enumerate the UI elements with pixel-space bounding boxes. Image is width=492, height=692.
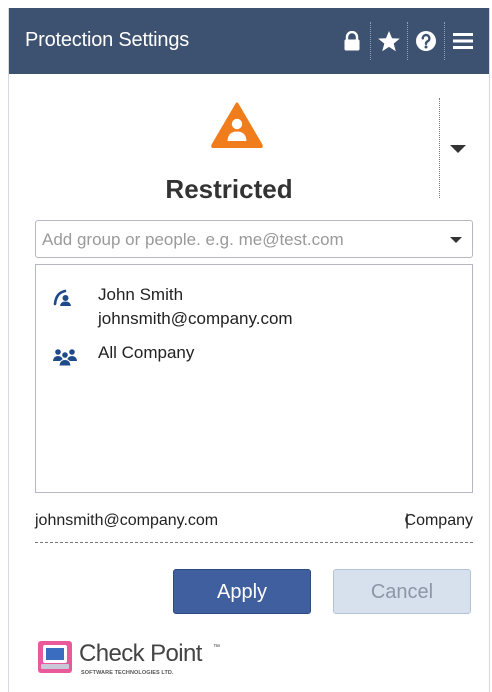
panel-header: Protection Settings [9, 8, 489, 74]
header-toolbar [334, 22, 481, 60]
recipient-name: John Smith [98, 285, 184, 304]
classification-level: Restricted [9, 94, 489, 204]
star-icon[interactable] [371, 22, 407, 60]
menu-icon[interactable] [445, 22, 481, 60]
warning-person-icon [211, 102, 263, 153]
classification-dropdown-caret[interactable] [450, 145, 466, 153]
add-people-input[interactable] [40, 227, 444, 253]
check-point-logo: Check Point ™ SOFTWARE TECHNOLOGIES LTD. [37, 640, 220, 679]
check-point-logo-icon [37, 640, 73, 679]
recipient-name: All Company [98, 343, 195, 362]
cancel-button[interactable]: Cancel [333, 569, 471, 614]
add-people-dropdown-caret[interactable] [450, 237, 462, 243]
list-item[interactable]: John Smith johnsmith@company.com [52, 285, 452, 333]
recipient-email: johnsmith@company.com [98, 309, 293, 328]
protection-settings-panel: Protection Settings Restricted Add group… [8, 8, 490, 692]
divider [35, 542, 473, 543]
owner-info: johnsmith@company.com | Company [35, 512, 473, 534]
classification-label: Restricted [165, 174, 293, 204]
owner-email: johnsmith@company.com [35, 512, 219, 529]
list-item[interactable]: All Company [52, 343, 452, 369]
dropdown-divider [439, 98, 440, 198]
help-icon[interactable] [408, 22, 444, 60]
brand-name: Check Point [79, 640, 202, 667]
owner-organization: Company [404, 512, 473, 529]
brand-tagline: SOFTWARE TECHNOLOGIES LTD. [81, 670, 174, 676]
panel-title: Protection Settings [25, 29, 190, 51]
user-icon [52, 287, 74, 314]
recipients-list[interactable]: John Smith johnsmith@company.com All Com… [35, 264, 473, 493]
add-people-combobox[interactable] [35, 220, 473, 258]
apply-button[interactable]: Apply [173, 569, 311, 614]
brand-trademark: ™ [213, 644, 220, 651]
lock-icon[interactable] [334, 22, 370, 60]
group-icon [52, 345, 78, 372]
